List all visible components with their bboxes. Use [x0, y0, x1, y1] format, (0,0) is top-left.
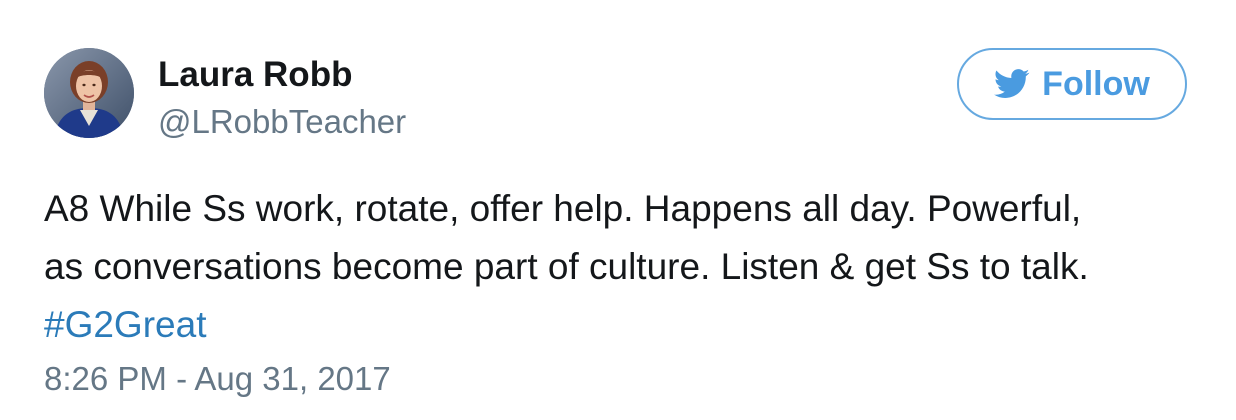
author-avatar[interactable] [44, 48, 134, 138]
author-handle[interactable]: @LRobbTeacher [158, 101, 406, 143]
follow-button-label: Follow [1042, 65, 1150, 103]
hashtag-link[interactable]: #G2Great [44, 304, 206, 345]
tweet-text-line: A8 While Ss work, rotate, offer help. Ha… [44, 188, 1082, 229]
tweet-text: A8 While Ss work, rotate, offer help. Ha… [44, 180, 1204, 354]
twitter-bird-icon [994, 69, 1030, 98]
follow-button[interactable]: Follow [957, 48, 1187, 120]
tweet-card: Laura Robb @LRobbTeacher Follow A8 While… [0, 0, 1236, 420]
tweet-timestamp[interactable]: 8:26 PM - Aug 31, 2017 [44, 359, 391, 399]
tweet-text-line: as conversations become part of culture.… [44, 246, 1089, 287]
author-name[interactable]: Laura Robb [158, 54, 352, 96]
avatar-portrait-image [44, 48, 134, 138]
